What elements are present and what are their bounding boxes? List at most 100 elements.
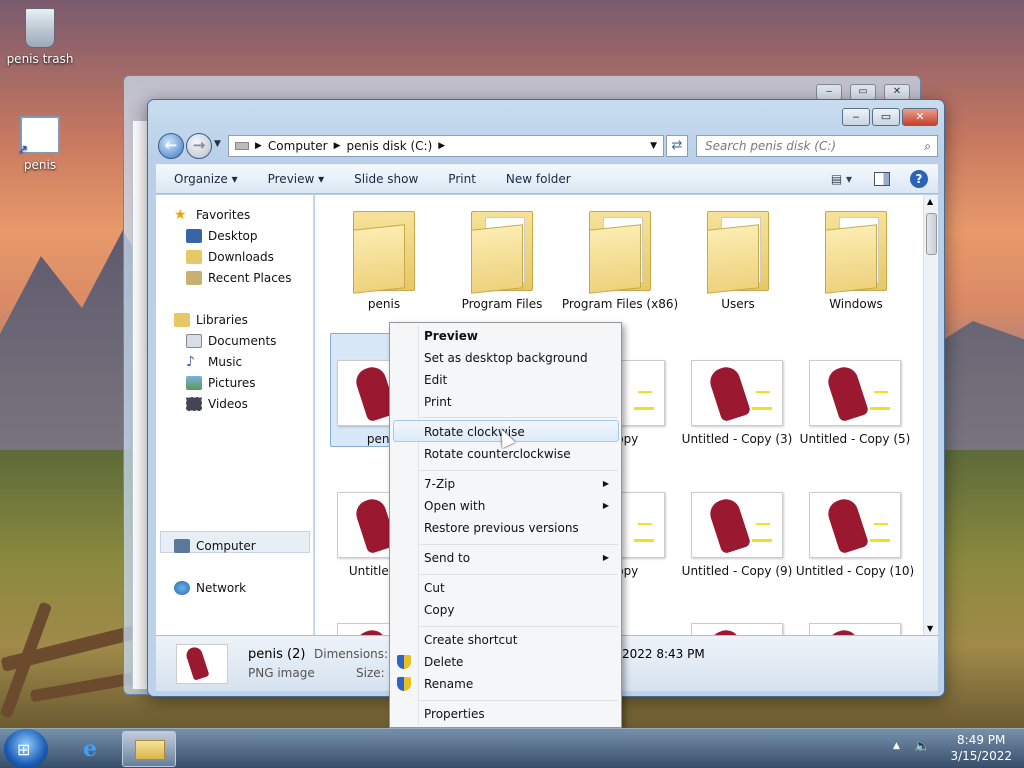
menu-item-preview[interactable]: Preview (424, 326, 478, 346)
change-view-icon[interactable]: ▤ ▾ (831, 172, 852, 186)
uac-shield-icon (397, 677, 411, 691)
nav-music[interactable]: ♪ Music (186, 352, 242, 372)
breadcrumb-separator-icon[interactable]: ▶ (438, 141, 445, 151)
back-button[interactable]: ← (158, 133, 184, 159)
details-file-type: PNG image (248, 666, 315, 680)
system-clock[interactable]: 8:49 PM 3/15/2022 (950, 732, 1012, 764)
maximize-button[interactable]: ▭ (872, 108, 900, 126)
file-label[interactable]: Untitled - Copy (5) (795, 432, 915, 447)
breadcrumb-drive[interactable]: penis disk (C:) (347, 139, 433, 153)
maximize-icon[interactable]: ▭ (850, 84, 876, 100)
folder-item[interactable]: penis (325, 203, 443, 311)
folder-item[interactable]: Users (679, 203, 797, 311)
nav-computer[interactable]: Computer (174, 536, 256, 556)
folder-item[interactable]: Program Files (443, 203, 561, 311)
preview-button[interactable]: Preview ▾ (268, 172, 325, 186)
image-thumbnail[interactable] (809, 623, 901, 635)
menu-item-print[interactable]: Print (424, 392, 452, 412)
scrollbar-thumb[interactable] (926, 213, 937, 255)
minimize-button[interactable]: ‒ (842, 108, 870, 126)
minimize-icon[interactable]: ‒ (816, 84, 842, 100)
new-folder-button[interactable]: New folder (506, 172, 571, 186)
submenu-arrow-icon: ▶ (602, 501, 609, 510)
scroll-down-icon[interactable]: ▼ (927, 624, 933, 633)
close-icon[interactable]: ✕ (884, 84, 910, 100)
details-dimensions: Dimensions: 6 (314, 647, 400, 661)
nav-videos[interactable]: Videos (186, 394, 248, 414)
refresh-button[interactable]: ⇄ (666, 135, 688, 157)
breadcrumb-computer[interactable]: Computer (268, 139, 328, 153)
folder-item[interactable]: Program Files (x86) (561, 203, 679, 311)
menu-item-properties[interactable]: Properties (424, 704, 485, 724)
nav-pictures[interactable]: Pictures (186, 373, 256, 393)
forward-button[interactable]: → (186, 133, 212, 159)
navigation-pane: ★ Favorites Desktop Downloads Recent Plac… (156, 195, 314, 635)
address-bar[interactable]: ▶ Computer ▶ penis disk (C:) ▶ ▼ (228, 135, 664, 157)
print-button[interactable]: Print (448, 172, 476, 186)
nav-network[interactable]: Network (174, 578, 246, 598)
file-label[interactable]: Untitled - Copy (9) (677, 564, 797, 579)
breadcrumb-separator-icon[interactable]: ▶ (334, 141, 341, 151)
image-thumbnail[interactable] (809, 360, 901, 426)
folder-label: Windows (829, 297, 883, 311)
image-thumbnail[interactable] (809, 492, 901, 558)
nav-desktop[interactable]: Desktop (186, 226, 258, 246)
close-button[interactable]: ✕ (902, 108, 938, 126)
command-bar: Organize ▾ Preview ▾ Slide show Print Ne… (156, 164, 938, 194)
menu-gutter (418, 325, 419, 725)
nav-label: Pictures (208, 376, 256, 390)
menu-item-7zip[interactable]: 7-Zip (424, 474, 455, 494)
menu-item-restore-previous-versions[interactable]: Restore previous versions (424, 518, 579, 538)
volume-icon[interactable]: 🔈 (914, 739, 930, 754)
organize-button[interactable]: Organize ▾ (174, 172, 238, 186)
file-label[interactable]: Untitled - Copy (10) (795, 564, 915, 579)
menu-item-open-with[interactable]: Open with (424, 496, 485, 516)
scroll-up-icon[interactable]: ▲ (927, 197, 933, 206)
taskbar-internet-explorer[interactable]: e (64, 732, 116, 766)
folder-label: Program Files (461, 297, 543, 311)
nav-favorites[interactable]: ★ Favorites (174, 205, 250, 225)
uac-shield-icon (397, 655, 411, 669)
nav-documents[interactable]: Documents (186, 331, 276, 351)
start-button[interactable]: ⊞ (4, 729, 48, 768)
menu-item-create-shortcut[interactable]: Create shortcut (424, 630, 517, 650)
menu-item-set-desktop-background[interactable]: Set as desktop background (424, 348, 588, 368)
folder-item[interactable]: Windows (797, 203, 915, 311)
vertical-scrollbar[interactable]: ▲ ▼ (923, 195, 938, 635)
recycle-bin-icon (25, 8, 55, 48)
breadcrumb-separator-icon[interactable]: ▶ (255, 141, 262, 151)
preview-pane-icon[interactable] (874, 172, 890, 186)
menu-item-edit[interactable]: Edit (424, 370, 447, 390)
menu-item-delete[interactable]: Delete (424, 652, 463, 672)
clock-time: 8:49 PM (957, 733, 1006, 747)
image-thumbnail[interactable] (691, 623, 783, 635)
menu-item-send-to[interactable]: Send to (424, 548, 470, 568)
nav-recent-places[interactable]: Recent Places (186, 268, 291, 288)
documents-icon (186, 334, 202, 348)
address-dropdown-icon[interactable]: ▼ (650, 141, 657, 151)
desktop-icon-shortcut[interactable]: ↗ penis (2, 116, 78, 172)
menu-item-copy[interactable]: Copy (424, 600, 454, 620)
show-hidden-icons-icon[interactable]: ▲ (893, 741, 900, 751)
menu-item-rotate-counterclockwise[interactable]: Rotate counterclockwise (424, 444, 571, 464)
menu-separator (420, 470, 618, 471)
recent-pages-dropdown-icon[interactable]: ▼ (214, 139, 221, 149)
desktop-icon-recycle-bin[interactable]: penis trash (2, 8, 78, 66)
search-input[interactable]: Search penis disk (C:) ⌕ (696, 135, 938, 157)
search-icon[interactable]: ⌕ (924, 136, 931, 156)
menu-item-rename[interactable]: Rename (424, 674, 473, 694)
nav-downloads[interactable]: Downloads (186, 247, 274, 267)
slide-show-button[interactable]: Slide show (354, 172, 418, 186)
videos-icon (186, 397, 202, 411)
help-icon[interactable]: ? (910, 170, 928, 188)
image-thumbnail[interactable] (691, 492, 783, 558)
image-thumbnail[interactable] (691, 360, 783, 426)
details-date: 2022 8:43 PM (622, 647, 705, 661)
nav-label: Network (196, 581, 247, 595)
file-label[interactable]: Untitled - Copy (3) (677, 432, 797, 447)
taskbar-windows-explorer[interactable] (122, 731, 176, 767)
nav-libraries[interactable]: Libraries (174, 310, 248, 330)
menu-item-cut[interactable]: Cut (424, 578, 445, 598)
nav-label: Music (208, 355, 243, 369)
computer-icon (174, 539, 190, 553)
